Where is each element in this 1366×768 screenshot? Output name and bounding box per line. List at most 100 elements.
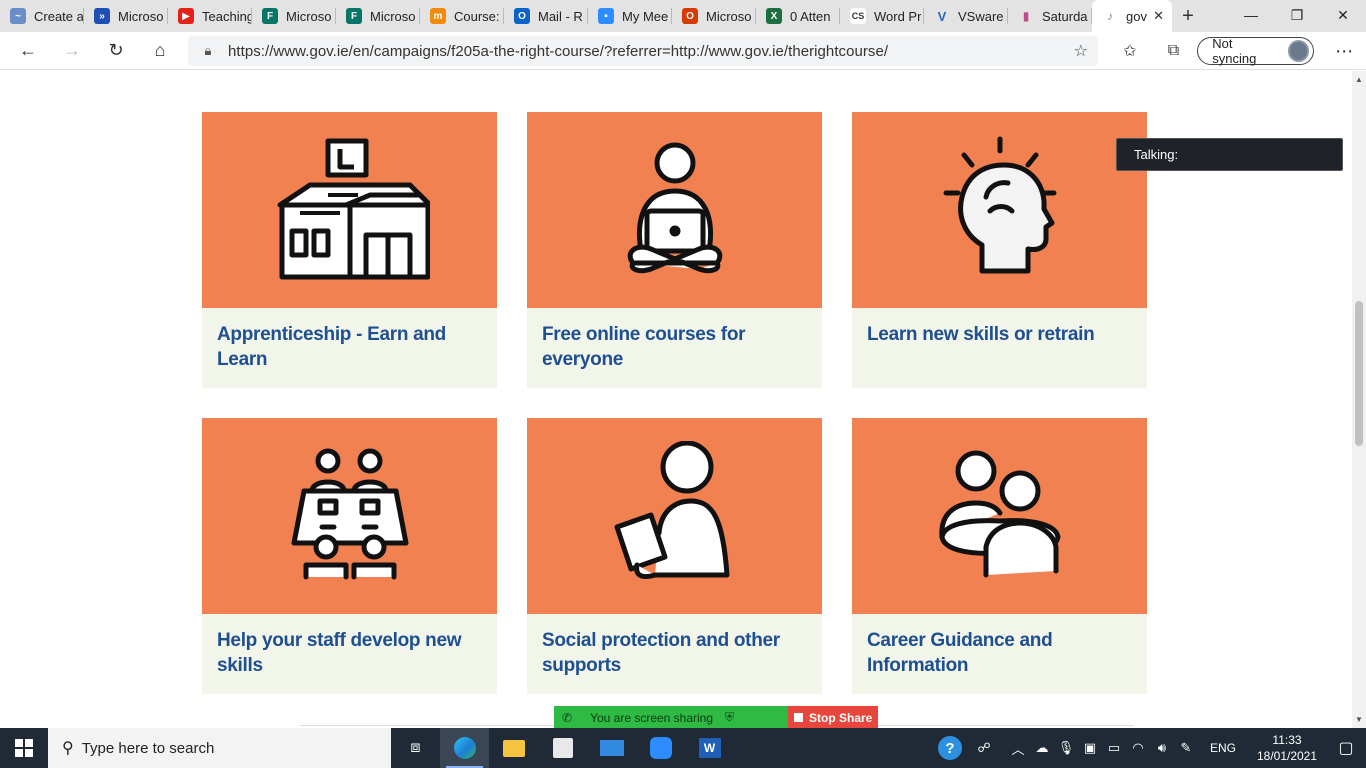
- browser-tab[interactable]: O Microso: [672, 0, 756, 32]
- start-button[interactable]: [0, 728, 48, 768]
- store-icon[interactable]: [538, 728, 587, 768]
- tab-title: Microso: [286, 8, 332, 24]
- display-icon[interactable]: ▣: [1078, 740, 1102, 756]
- browser-tab[interactable]: » Microso: [84, 0, 168, 32]
- staff-meeting-table-icon: [202, 418, 497, 614]
- browser-tab[interactable]: F Microso: [336, 0, 420, 32]
- window-controls: — ❐ ✕: [1228, 0, 1366, 30]
- people-icon[interactable]: ☍: [972, 740, 996, 756]
- address-bar[interactable]: 🔒︎ https://www.gov.ie/en/campaigns/f205a…: [188, 36, 1098, 66]
- card-title[interactable]: Social protection and other supports: [527, 614, 822, 692]
- chart-icon: ▮: [1018, 8, 1034, 24]
- close-tab-icon[interactable]: ✕: [1153, 8, 1164, 24]
- card-online-courses[interactable]: Free online courses for everyone: [527, 112, 822, 388]
- card-title[interactable]: Help your staff develop new skills: [202, 614, 497, 692]
- vertical-scrollbar[interactable]: ▲ ▼: [1352, 71, 1366, 728]
- search-icon: ⚲: [62, 740, 74, 757]
- browser-tab[interactable]: CS Word Pr: [840, 0, 924, 32]
- task-view-icon[interactable]: ⧈: [391, 728, 440, 768]
- tab-title: gov: [1126, 8, 1147, 24]
- browser-tab[interactable]: O Mail - R: [504, 0, 588, 32]
- back-button[interactable]: ←: [6, 32, 50, 70]
- excel-icon: X: [766, 8, 782, 24]
- browser-tab[interactable]: ▶ Teaching: [168, 0, 252, 32]
- edge-taskbar-icon[interactable]: [440, 728, 489, 768]
- sync-button[interactable]: Not syncing: [1197, 36, 1315, 66]
- help-icon[interactable]: ?: [937, 736, 962, 760]
- youtube-icon: ▶: [178, 8, 194, 24]
- tab-title: Microso: [706, 8, 752, 24]
- home-button[interactable]: ⌂: [138, 32, 182, 70]
- zoom-icon: ▪: [598, 8, 614, 24]
- browser-tab[interactable]: m Course:: [420, 0, 504, 32]
- browser-tab[interactable]: ▪ My Mee: [588, 0, 672, 32]
- vsware-icon: V: [934, 8, 950, 24]
- card-title[interactable]: Free online courses for everyone: [527, 308, 822, 386]
- tab-title: Course:: [454, 8, 500, 24]
- maximize-button[interactable]: ❐: [1274, 0, 1320, 30]
- tab-title: Teaching: [202, 8, 252, 24]
- browser-tab[interactable]: F Microso: [252, 0, 336, 32]
- minimize-button[interactable]: —: [1228, 0, 1274, 30]
- sync-label: Not syncing: [1212, 36, 1257, 66]
- tab-title: Word Pr: [874, 8, 922, 24]
- collections-icon[interactable]: ⧉: [1152, 32, 1196, 70]
- new-tab-button[interactable]: +: [1172, 0, 1204, 32]
- power-automate-icon: »: [94, 8, 110, 24]
- word-taskbar-icon[interactable]: W: [685, 728, 734, 768]
- tab-title: 0 Atten: [790, 8, 831, 24]
- volume-icon[interactable]: 🔊︎: [1150, 740, 1174, 756]
- browser-tab[interactable]: ▮ Saturda: [1008, 0, 1092, 32]
- card-title[interactable]: Learn new skills or retrain: [852, 308, 1147, 361]
- toolbar-right: ✩ ⧉ Not syncing ⋯: [1108, 32, 1366, 70]
- card-help-staff[interactable]: Help your staff develop new skills: [202, 418, 497, 694]
- card-social-protection[interactable]: Social protection and other supports: [527, 418, 822, 694]
- battery-icon[interactable]: ▭: [1102, 740, 1126, 756]
- stop-share-button[interactable]: Stop Share: [788, 706, 878, 729]
- screen-sharing-status: ✆ You are screen sharing ⛨: [554, 706, 788, 729]
- notifications-icon[interactable]: ▢: [1326, 738, 1366, 758]
- mail-icon[interactable]: [587, 728, 636, 768]
- search-placeholder: Type here to search: [81, 739, 215, 757]
- card-title[interactable]: Career Guidance and Information: [852, 614, 1147, 692]
- card-title[interactable]: Apprenticeship - Earn and Learn: [202, 308, 497, 386]
- url-text[interactable]: https://www.gov.ie/en/campaigns/f205a-th…: [228, 43, 888, 60]
- taskbar-search-box[interactable]: ⚲ Type here to search: [48, 728, 391, 768]
- card-learn-new-skills[interactable]: Learn new skills or retrain: [852, 112, 1147, 388]
- tab-title: Microso: [118, 8, 164, 24]
- clock-time: 11:33: [1272, 733, 1302, 747]
- scrollbar-thumb[interactable]: [1355, 301, 1363, 446]
- scroll-up-icon[interactable]: ▲: [1355, 75, 1363, 84]
- browser-tab-active[interactable]: ♪ gov ✕: [1092, 0, 1172, 32]
- onedrive-icon[interactable]: ☁: [1030, 740, 1054, 756]
- tab-title: Saturda: [1042, 8, 1088, 24]
- forms-icon: F: [262, 8, 278, 24]
- scroll-down-icon[interactable]: ▼: [1355, 715, 1363, 724]
- refresh-button[interactable]: ↻: [94, 32, 138, 70]
- zoom-taskbar-icon[interactable]: [636, 728, 685, 768]
- browser-tab[interactable]: V VSware: [924, 0, 1008, 32]
- language-indicator[interactable]: ENG: [1210, 741, 1236, 755]
- browser-tab[interactable]: ~ Create a: [0, 0, 84, 32]
- more-menu-icon[interactable]: ⋯: [1322, 32, 1366, 70]
- favorites-icon[interactable]: ✩: [1108, 32, 1152, 70]
- tab-title: Mail - R: [538, 8, 583, 24]
- office-icon: O: [682, 8, 698, 24]
- file-explorer-icon[interactable]: [489, 728, 538, 768]
- stop-icon: [794, 713, 803, 722]
- microphone-icon[interactable]: 🎙︎: [1054, 740, 1078, 756]
- tab-title: Create a: [34, 8, 84, 24]
- person-laptop-icon: [527, 112, 822, 308]
- forward-button[interactable]: →: [50, 32, 94, 70]
- lock-icon: 🔒︎: [204, 43, 212, 58]
- close-window-button[interactable]: ✕: [1320, 0, 1366, 30]
- chevron-up-icon[interactable]: ︿: [1006, 739, 1030, 758]
- card-career-guidance[interactable]: Career Guidance and Information: [852, 418, 1147, 694]
- card-apprenticeship[interactable]: Apprenticeship - Earn and Learn: [202, 112, 497, 388]
- clock[interactable]: 11:33 18/01/2021: [1248, 732, 1326, 764]
- pen-icon[interactable]: ✎: [1174, 740, 1198, 756]
- favorite-star-icon[interactable]: ☆: [1074, 41, 1088, 61]
- avatar: [1287, 40, 1310, 62]
- browser-tab[interactable]: X 0 Atten: [756, 0, 840, 32]
- wifi-icon[interactable]: ◠: [1126, 740, 1150, 756]
